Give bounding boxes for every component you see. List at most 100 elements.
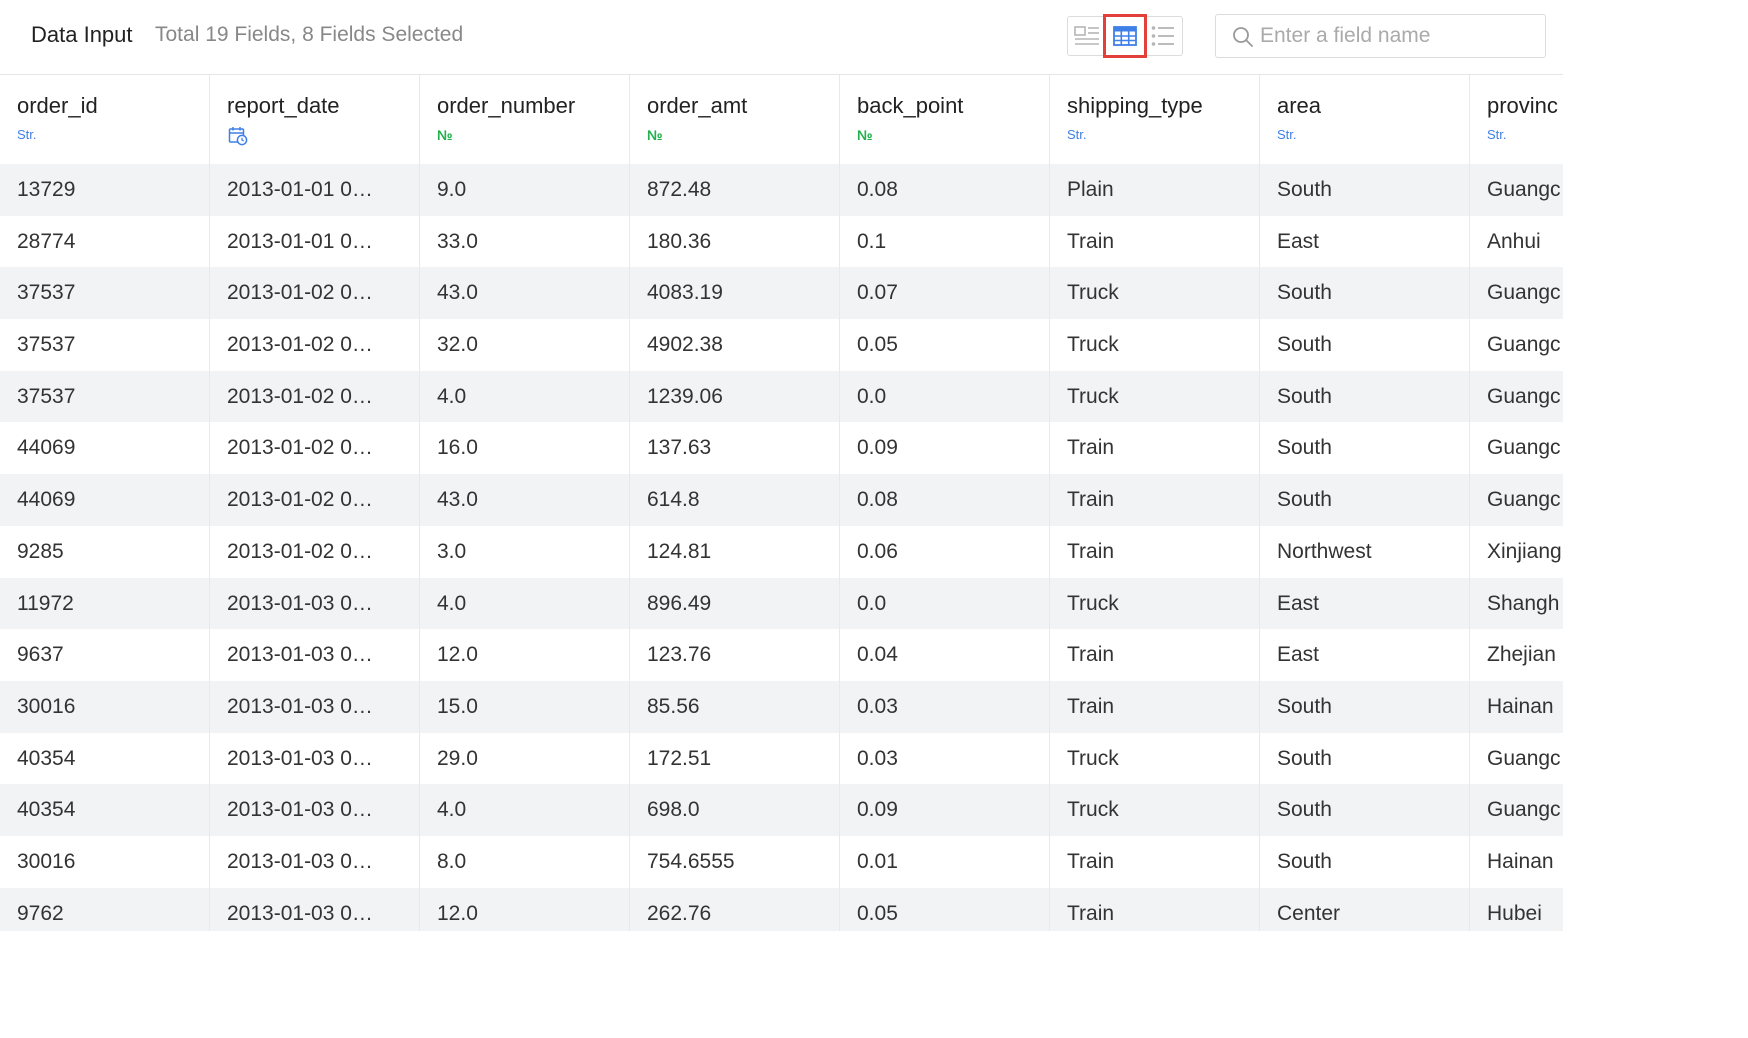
column-header[interactable]: order_number № bbox=[420, 75, 630, 164]
table-cell-area: East bbox=[1260, 629, 1470, 681]
table-cell-shipping-type: Truck bbox=[1050, 784, 1260, 836]
table-cell-order-amt: 124.81 bbox=[630, 525, 840, 578]
table-cell-order-number: 32.0 bbox=[420, 319, 630, 371]
table-cell-back-point: 0.08 bbox=[840, 164, 1050, 216]
table-cell-area: South bbox=[1260, 835, 1470, 888]
table-cell-order-number: 43.0 bbox=[420, 474, 630, 526]
table-view-icon bbox=[1113, 26, 1137, 46]
table-cell-order-number: 29.0 bbox=[420, 732, 630, 785]
table-cell-provinc: Hubei bbox=[1487, 901, 1542, 925]
table-cell-shipping-type: Train bbox=[1050, 629, 1260, 681]
table-cell-provinc: Shangh bbox=[1487, 591, 1560, 615]
search-input[interactable] bbox=[1260, 21, 1530, 51]
table-cell-order-amt: 4083.19 bbox=[630, 267, 840, 320]
table-cell-report-date: 2013-01-01 0… bbox=[210, 164, 420, 216]
table-cell-back-point: 0.03 bbox=[840, 680, 1050, 733]
data-input-panel: Data Input Total 19 Fields, 8 Fields Sel… bbox=[0, 0, 1563, 931]
column-name: area bbox=[1277, 93, 1322, 118]
card-view-button[interactable] bbox=[1068, 17, 1106, 55]
table-cell-area: South bbox=[1260, 732, 1470, 785]
table-cell-provinc: Hainan bbox=[1487, 694, 1554, 718]
table-cell-order-amt: 85.56 bbox=[630, 680, 840, 733]
table-cell-area: East bbox=[1260, 215, 1470, 268]
table-cell-provinc: Anhui bbox=[1487, 229, 1541, 253]
table-cell-shipping-type: Plain bbox=[1050, 164, 1260, 216]
number-type-label: № bbox=[857, 127, 873, 143]
table-cell-back-point: 0.05 bbox=[840, 887, 1050, 931]
table-cell-shipping-type: Truck bbox=[1050, 577, 1260, 630]
table-row: 40354 2013-01-03 0… 29.0 172.51 0.03 Truck Sou… bbox=[0, 732, 1563, 785]
table-cell-order-id: 13729 bbox=[0, 164, 210, 216]
card-view-icon bbox=[1074, 26, 1099, 45]
table-cell-shipping-type: Train bbox=[1050, 215, 1260, 268]
number-type-label: № bbox=[437, 127, 453, 143]
table-cell-provinc: Xinjiang bbox=[1487, 539, 1562, 563]
table-cell-shipping-type: Train bbox=[1050, 887, 1260, 931]
page-title: Data Input bbox=[31, 22, 133, 47]
table-cell-provinc: Guangc bbox=[1487, 746, 1561, 770]
table-cell-report-date: 2013-01-02 0… bbox=[210, 474, 420, 526]
table-row: 9285 2013-01-02 0… 3.0 124.81 0.06 Train North… bbox=[0, 525, 1563, 578]
table-cell-provinc: Guangc bbox=[1487, 281, 1561, 305]
table-cell-back-point: 0.07 bbox=[840, 267, 1050, 320]
toolbar: Data Input Total 19 Fields, 8 Fields Sel… bbox=[0, 0, 1563, 75]
column-name: order_id bbox=[17, 93, 98, 118]
string-type-label: Str. bbox=[1487, 127, 1507, 142]
table-cell-provinc: Zhejian bbox=[1487, 643, 1556, 667]
table-cell-shipping-type: Train bbox=[1050, 474, 1260, 526]
table-cell-order-amt: 262.76 bbox=[630, 887, 840, 931]
table-cell-area: South bbox=[1260, 474, 1470, 526]
table-view-button[interactable] bbox=[1103, 14, 1147, 58]
table-cell-report-date: 2013-01-03 0… bbox=[210, 629, 420, 681]
column-header[interactable]: back_point № bbox=[840, 75, 1050, 164]
table-cell-order-number: 12.0 bbox=[420, 887, 630, 931]
table-cell-order-number: 9.0 bbox=[420, 164, 630, 216]
table-cell-order-number: 4.0 bbox=[420, 577, 630, 630]
table-cell-provinc: Guangc bbox=[1487, 333, 1561, 357]
table-cell-shipping-type: Train bbox=[1050, 525, 1260, 578]
table-cell-order-id: 37537 bbox=[0, 319, 210, 371]
table-cell-order-amt: 4902.38 bbox=[630, 319, 840, 371]
table-cell-order-amt: 896.49 bbox=[630, 577, 840, 630]
table-row: 44069 2013-01-02 0… 43.0 614.8 0.08 Train Sout… bbox=[0, 474, 1563, 526]
column-header[interactable]: order_amt № bbox=[630, 75, 840, 164]
table-cell-order-id: 37537 bbox=[0, 370, 210, 423]
table-cell-back-point: 0.03 bbox=[840, 732, 1050, 785]
table-cell-report-date: 2013-01-02 0… bbox=[210, 525, 420, 578]
column-name: back_point bbox=[857, 93, 964, 118]
table-cell-area: East bbox=[1260, 577, 1470, 630]
table-cell-area: South bbox=[1260, 164, 1470, 216]
search-icon bbox=[1233, 27, 1253, 47]
table-cell-area: South bbox=[1260, 422, 1470, 475]
field-count-summary: Total 19 Fields, 8 Fields Selected bbox=[155, 23, 464, 46]
table-cell-order-number: 33.0 bbox=[420, 215, 630, 268]
table-cell-order-id: 9762 bbox=[0, 887, 210, 931]
column-header[interactable]: report_date bbox=[210, 75, 420, 164]
table-cell-order-id: 40354 bbox=[0, 784, 210, 836]
column-header[interactable]: shipping_type Str. bbox=[1050, 75, 1260, 164]
table-cell-order-id: 30016 bbox=[0, 680, 210, 733]
table-row: 30016 2013-01-03 0… 15.0 85.56 0.03 Train Sout… bbox=[0, 680, 1563, 733]
table-cell-order-amt: 172.51 bbox=[630, 732, 840, 785]
table-row: 28774 2013-01-01 0… 33.0 180.36 0.1 Train East… bbox=[0, 215, 1563, 268]
list-view-button[interactable] bbox=[1144, 17, 1182, 55]
table-row: 13729 2013-01-01 0… 9.0 872.48 0.08 Plain Sout… bbox=[0, 164, 1563, 216]
column-name: shipping_type bbox=[1067, 93, 1203, 118]
table-cell-area: South bbox=[1260, 267, 1470, 320]
field-search-box bbox=[1215, 14, 1546, 58]
table-cell-order-amt: 872.48 bbox=[630, 164, 840, 216]
column-header[interactable]: area Str. bbox=[1260, 75, 1470, 164]
table-cell-order-id: 44069 bbox=[0, 422, 210, 475]
date-type-icon bbox=[228, 127, 248, 146]
column-header[interactable]: provinc Str. bbox=[1470, 75, 1563, 164]
table-cell-shipping-type: Train bbox=[1050, 680, 1260, 733]
table-cell-provinc: Guangc bbox=[1487, 384, 1561, 408]
table-cell-order-amt: 137.63 bbox=[630, 422, 840, 475]
table-cell-report-date: 2013-01-02 0… bbox=[210, 319, 420, 371]
table-cell-report-date: 2013-01-03 0… bbox=[210, 680, 420, 733]
table-cell-order-id: 9285 bbox=[0, 525, 210, 578]
table-cell-report-date: 2013-01-02 0… bbox=[210, 370, 420, 423]
column-header[interactable]: order_id Str. bbox=[0, 75, 210, 164]
table-cell-back-point: 0.05 bbox=[840, 319, 1050, 371]
table-row: 37537 2013-01-02 0… 43.0 4083.19 0.07 Truck So… bbox=[0, 267, 1563, 320]
